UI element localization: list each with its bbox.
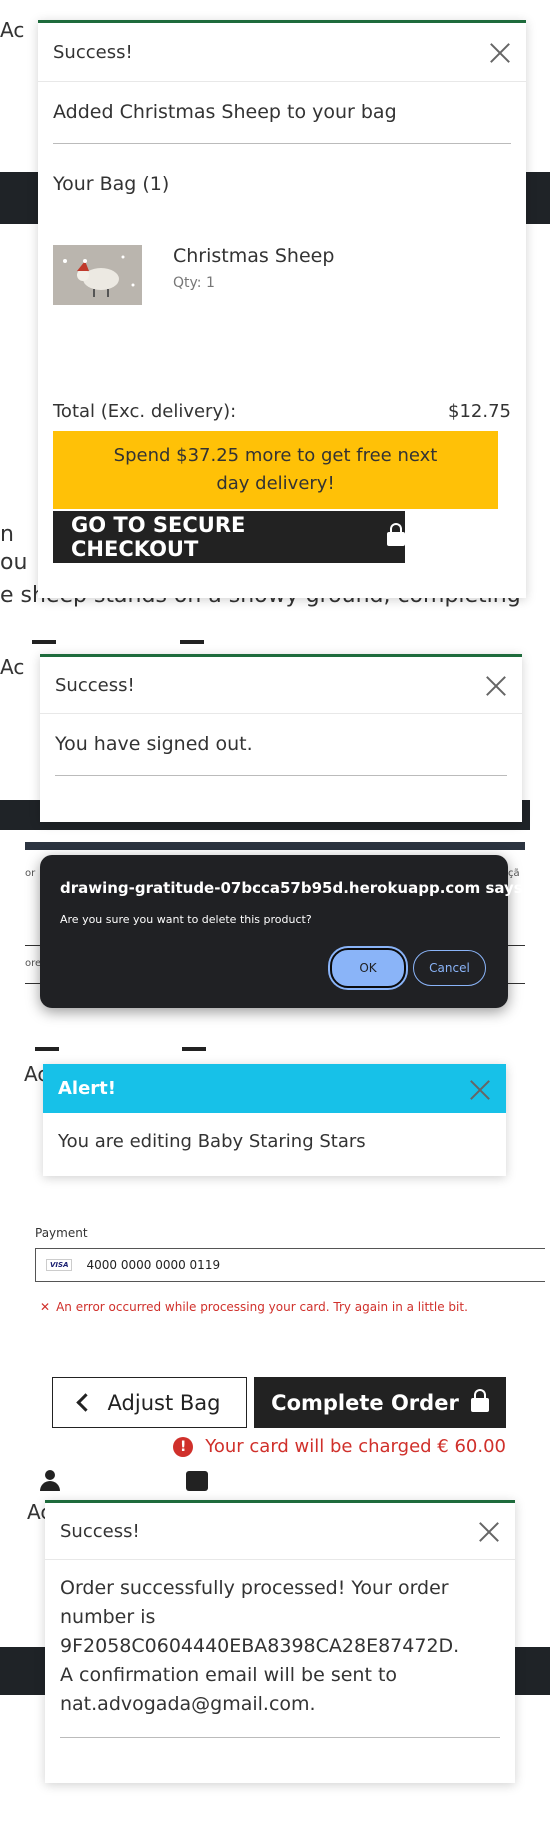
- lock-icon: [470, 1388, 489, 1412]
- visa-icon: VISA: [46, 1259, 73, 1271]
- background-header-strip: [25, 842, 525, 850]
- close-icon[interactable]: [469, 1078, 491, 1100]
- charge-notice-text: Your card will be charged € 60.00: [205, 1436, 506, 1457]
- total-value: $12.75: [448, 401, 511, 422]
- background-icon-bar: [32, 640, 56, 644]
- close-icon[interactable]: [489, 41, 511, 63]
- bag-icon: [186, 1471, 208, 1491]
- background-text: çã: [508, 868, 520, 879]
- payment-label: Payment: [35, 1226, 88, 1240]
- signed-out-toast: Success! You have signed out.: [40, 654, 522, 822]
- free-delivery-banner: Spend $37.25 more to get free next day d…: [53, 431, 498, 509]
- alert-toast: Alert! You are editing Baby Staring Star…: [43, 1064, 506, 1176]
- toast-title: Success!: [53, 41, 133, 63]
- background-text: Ac: [0, 655, 25, 679]
- toast-message: Added Christmas Sheep to your bag: [53, 101, 397, 123]
- background-icon-bar: [182, 1047, 206, 1051]
- order-success-toast: Success! Order successfully processed! Y…: [45, 1500, 515, 1783]
- bag-toast: Success! Added Christmas Sheep to your b…: [38, 20, 526, 598]
- background-text: or: [25, 868, 36, 879]
- adjust-bag-label: Adjust Bag: [107, 1390, 221, 1415]
- background-icon-bar: [35, 1047, 59, 1051]
- card-input[interactable]: VISA 4000 0000 0000 0119: [35, 1248, 545, 1282]
- confirm-dialog: drawing-gratitude-07bcca57b95d.herokuapp…: [40, 855, 523, 1008]
- divider: [55, 775, 507, 776]
- background-text: Ac: [0, 18, 25, 42]
- product-qty: Qty: 1: [173, 275, 215, 291]
- error-x-icon: ✕: [40, 1300, 51, 1314]
- card-error-text: An error occurred while processing your …: [56, 1300, 468, 1314]
- ok-button[interactable]: OK: [330, 948, 406, 988]
- background-text: ou: [0, 550, 28, 575]
- divider: [60, 1737, 500, 1738]
- alert-header: Alert!: [43, 1064, 506, 1113]
- complete-order-label: Complete Order: [271, 1390, 459, 1415]
- toast-header: Success!: [40, 657, 522, 714]
- divider: [53, 143, 511, 144]
- total-label: Total (Exc. delivery):: [53, 401, 237, 422]
- product-name: Christmas Sheep: [173, 245, 335, 267]
- lock-icon: [387, 523, 405, 546]
- alert-title: Alert!: [58, 1078, 116, 1099]
- dialog-title: drawing-gratitude-07bcca57b95d.herokuapp…: [60, 879, 523, 897]
- alert-message: You are editing Baby Staring Stars: [58, 1131, 366, 1152]
- exclamation-circle-icon: !: [173, 1436, 194, 1457]
- cancel-label: Cancel: [429, 961, 470, 975]
- close-icon[interactable]: [485, 674, 507, 696]
- complete-order-button[interactable]: Complete Order: [254, 1377, 506, 1428]
- cancel-button[interactable]: Cancel: [413, 950, 486, 986]
- card-number: 4000 0000 0000 0119: [86, 1258, 221, 1272]
- background-icon-bar: [180, 640, 204, 644]
- toast-title: Success!: [60, 1520, 140, 1542]
- toast-header: Success!: [45, 1503, 515, 1560]
- background-text: ore: [25, 958, 42, 969]
- bag-heading: Your Bag (1): [53, 173, 170, 195]
- card-error: ✕ An error occurred while processing your…: [40, 1300, 468, 1314]
- dialog-message: Are you sure you want to delete this pro…: [60, 913, 312, 926]
- adjust-bag-button[interactable]: Adjust Bag: [52, 1377, 247, 1428]
- toast-message: Order successfully processed! Your order…: [60, 1577, 460, 1715]
- free-delivery-text: Spend $37.25 more to get free next day d…: [113, 445, 438, 494]
- ok-label: OK: [359, 961, 377, 975]
- toast-header: Success!: [38, 23, 526, 82]
- close-icon[interactable]: [478, 1520, 500, 1542]
- product-thumbnail: [53, 245, 142, 305]
- toast-message: You have signed out.: [55, 733, 253, 755]
- user-icon: [38, 1470, 62, 1492]
- secure-checkout-button[interactable]: GO TO SECURE CHECKOUT: [53, 511, 405, 563]
- chevron-left-icon: [75, 1393, 95, 1412]
- background-text: n: [0, 522, 14, 547]
- secure-checkout-label: GO TO SECURE CHECKOUT: [71, 513, 246, 561]
- toast-title: Success!: [55, 674, 135, 696]
- charge-notice: ! Your card will be charged € 60.00: [173, 1436, 506, 1457]
